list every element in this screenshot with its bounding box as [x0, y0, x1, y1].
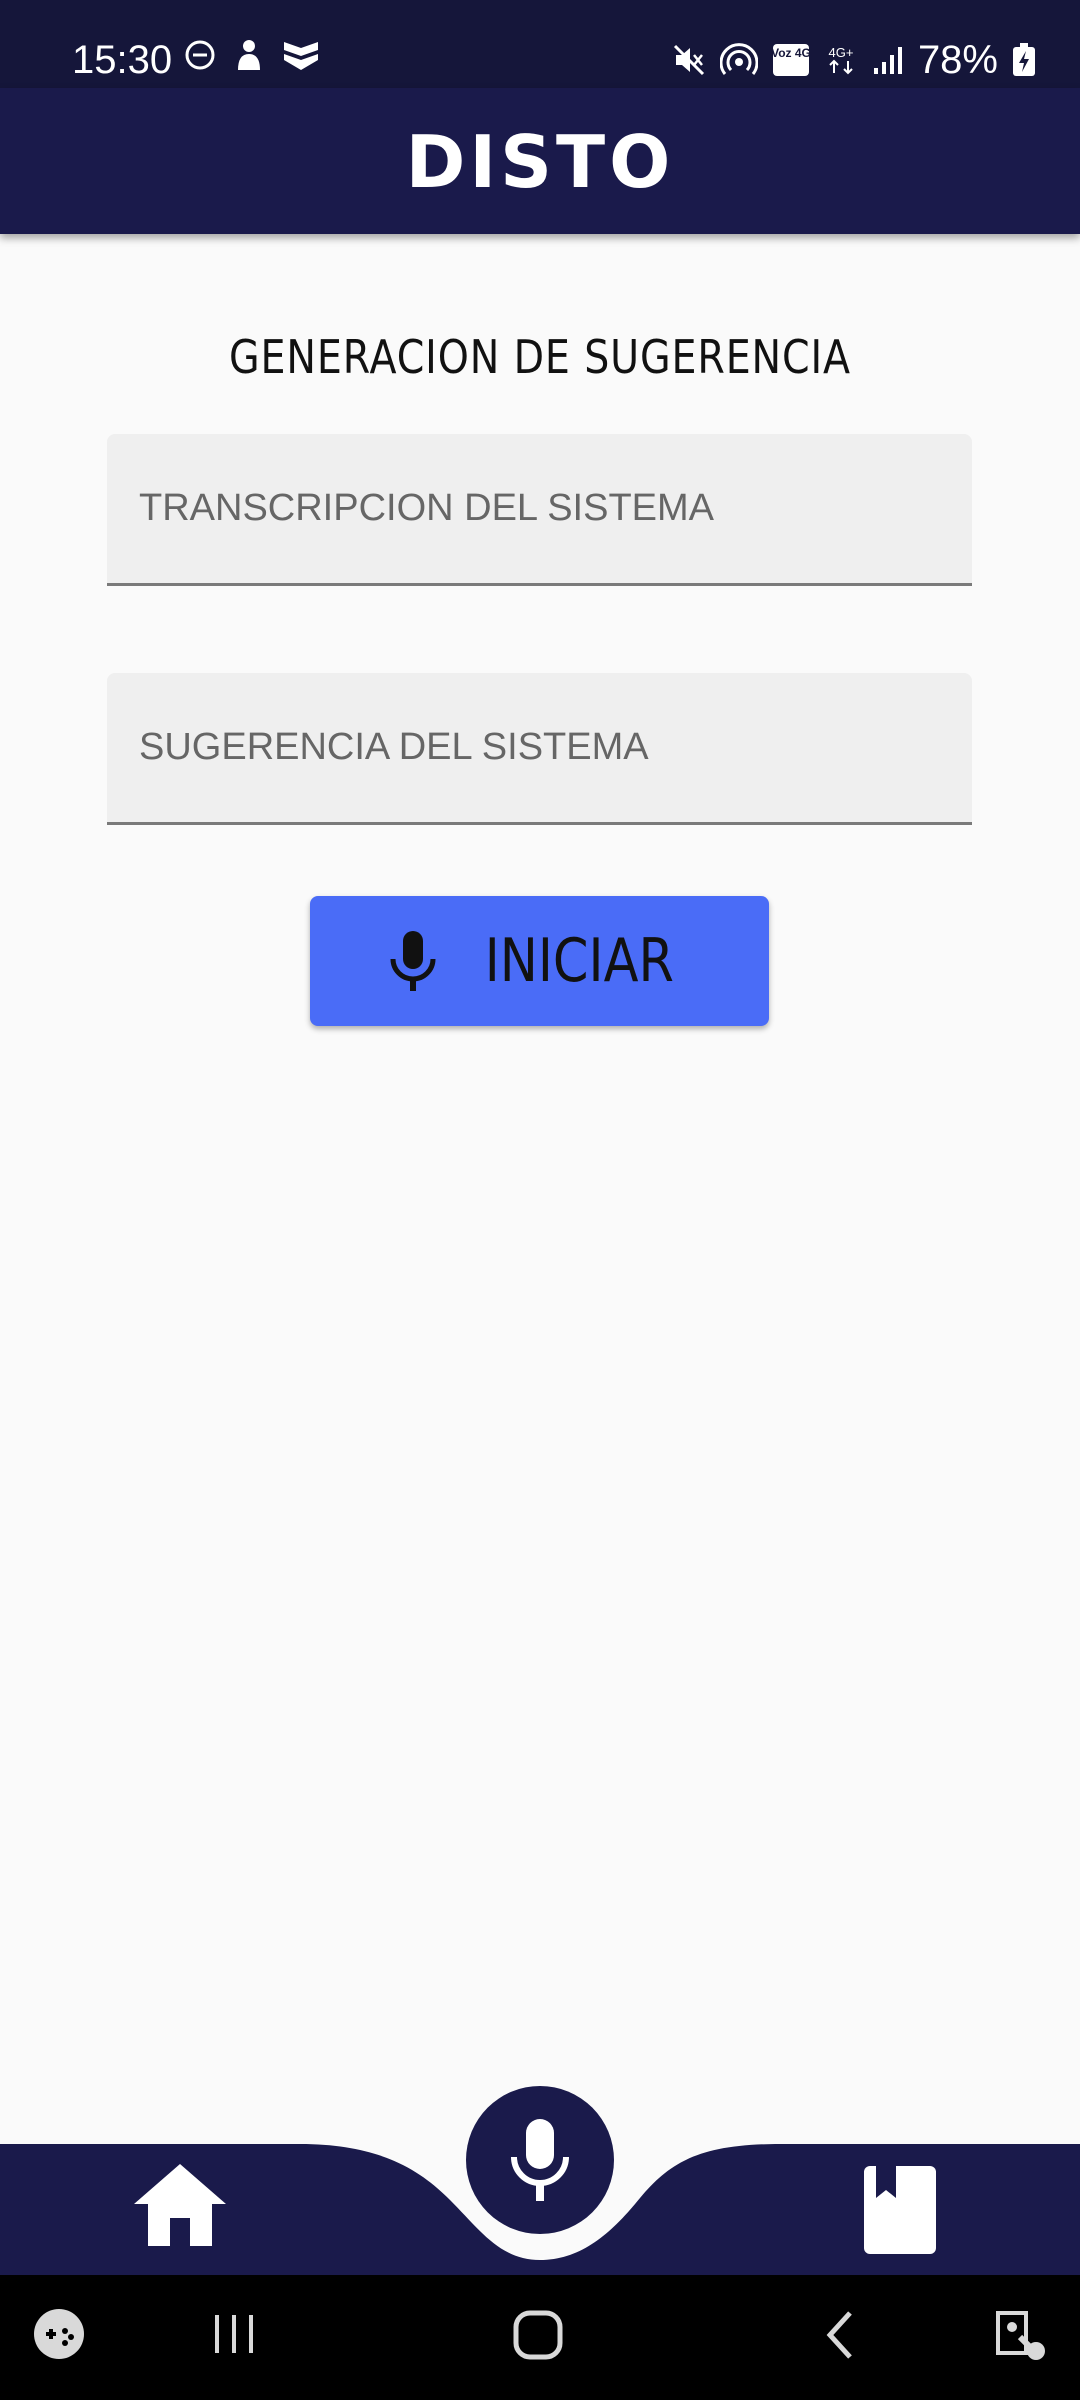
shield-icon — [284, 42, 318, 70]
transcription-field[interactable] — [107, 434, 972, 583]
mute-icon — [673, 44, 704, 76]
svg-text:4G+: 4G+ — [828, 45, 853, 60]
home-icon[interactable] — [512, 2309, 564, 2361]
battery-percent: 78% — [917, 38, 998, 82]
recents-icon[interactable] — [210, 2311, 260, 2357]
microphone-icon — [511, 2119, 569, 2201]
suggestion-field[interactable] — [107, 673, 972, 822]
home-icon[interactable] — [130, 2160, 230, 2250]
start-button[interactable]: INICIAR — [310, 896, 769, 1026]
app-title: DISTO — [405, 120, 675, 204]
back-icon[interactable] — [820, 2309, 860, 2361]
game-launcher-icon[interactable] — [32, 2307, 86, 2361]
svg-text:Voz 4G: Voz 4G — [772, 46, 810, 60]
transcription-field-container — [107, 434, 972, 586]
signal-icon — [873, 47, 902, 74]
start-button-label: INICIAR — [484, 926, 675, 996]
status-bar: 15:30 Voz 4G 4G+ 78% — [0, 0, 1080, 88]
person-icon — [238, 40, 260, 70]
system-nav-bar — [0, 2275, 1080, 2400]
4g-icon: 4G+ — [828, 45, 853, 75]
book-icon[interactable] — [862, 2164, 938, 2256]
battery-charging-icon — [1013, 43, 1035, 76]
volte-icon: Voz 4G — [772, 44, 810, 76]
hotspot-icon — [719, 43, 758, 75]
app-bar: DISTO — [0, 88, 1080, 234]
dnd-icon — [185, 40, 215, 70]
microphone-icon — [390, 931, 436, 991]
suggestion-field-container — [107, 673, 972, 825]
accessibility-icon[interactable] — [992, 2307, 1048, 2363]
microphone-fab[interactable] — [466, 2086, 614, 2234]
status-time: 15:30 — [72, 38, 173, 82]
section-title: GENERACION DE SUGERENCIA — [229, 330, 851, 384]
